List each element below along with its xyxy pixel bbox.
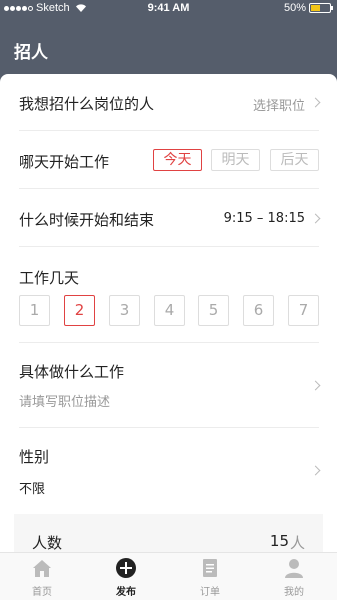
gender-row[interactable]: 性别 不限 [19,428,321,514]
description-label: 具体做什么工作 [19,363,125,381]
description-placeholder: 请填写职位描述 [19,395,111,410]
work-days-label: 工作几天 [19,269,80,287]
people-value[interactable]: 15 [270,532,289,550]
days-option-7[interactable]: 7 [288,295,319,326]
days-option-4[interactable]: 4 [154,295,185,326]
tab-publish-label: 发布 [116,587,136,598]
description-row[interactable]: 具体做什么工作 请填写职位描述 [19,343,321,428]
plus-circle-icon [115,557,137,579]
gender-value: 不限 [19,482,46,497]
position-label: 我想招什么岗位的人 [19,95,155,113]
battery-percent: 50% [283,2,306,14]
chevron-right-icon [310,380,321,391]
chevron-right-icon [310,465,321,476]
home-icon [31,557,53,579]
tab-orders[interactable]: 订单 [168,553,252,600]
gender-label: 性别 [19,448,50,466]
start-tomorrow-button[interactable]: 明天 [211,149,260,171]
days-option-6[interactable]: 6 [243,295,274,326]
days-option-5[interactable]: 5 [198,295,229,326]
tab-orders-label: 订单 [200,587,220,598]
chevron-right-icon [310,97,321,108]
form-sheet: 我想招什么岗位的人 选择职位 哪天开始工作 今天 明天 后天 什么时候开始和结束… [0,74,337,552]
status-bar: Sketch 9:41 AM 50% [0,0,337,18]
tab-profile-label: 我的 [284,587,304,598]
start-day-row: 哪天开始工作 今天 明天 后天 [19,131,319,189]
time-range-label: 什么时候开始和结束 [19,211,155,229]
tab-profile[interactable]: 我的 [252,553,336,600]
battery-icon [309,3,333,13]
document-icon [199,557,221,579]
position-row[interactable]: 我想招什么岗位的人 选择职位 [19,74,321,131]
people-label: 人数 [32,534,63,552]
start-today-button[interactable]: 今天 [153,149,202,171]
tab-publish[interactable]: 发布 [84,553,168,600]
days-option-1[interactable]: 1 [19,295,50,326]
days-option-2[interactable]: 2 [64,295,95,326]
days-option-3[interactable]: 3 [109,295,140,326]
person-icon [283,557,305,579]
chevron-right-icon [310,213,321,224]
position-hint: 选择职位 [252,99,305,114]
page-title: 招人 [14,43,48,63]
nav-bar: 招人 [0,18,337,74]
tab-home-label: 首页 [32,587,52,598]
time-range-row[interactable]: 什么时候开始和结束 9:15 – 18:15 [19,189,321,247]
time-range-value: 9:15 – 18:15 [223,211,305,226]
tab-bar: 首页 发布 订单 我的 [0,552,337,600]
start-day-after-button[interactable]: 后天 [270,149,319,171]
start-day-label: 哪天开始工作 [19,153,110,171]
people-row[interactable]: 人数 15 人 [14,514,323,552]
tab-home[interactable]: 首页 [0,553,84,600]
status-right: 50% [283,2,333,14]
people-unit: 人 [289,534,305,552]
